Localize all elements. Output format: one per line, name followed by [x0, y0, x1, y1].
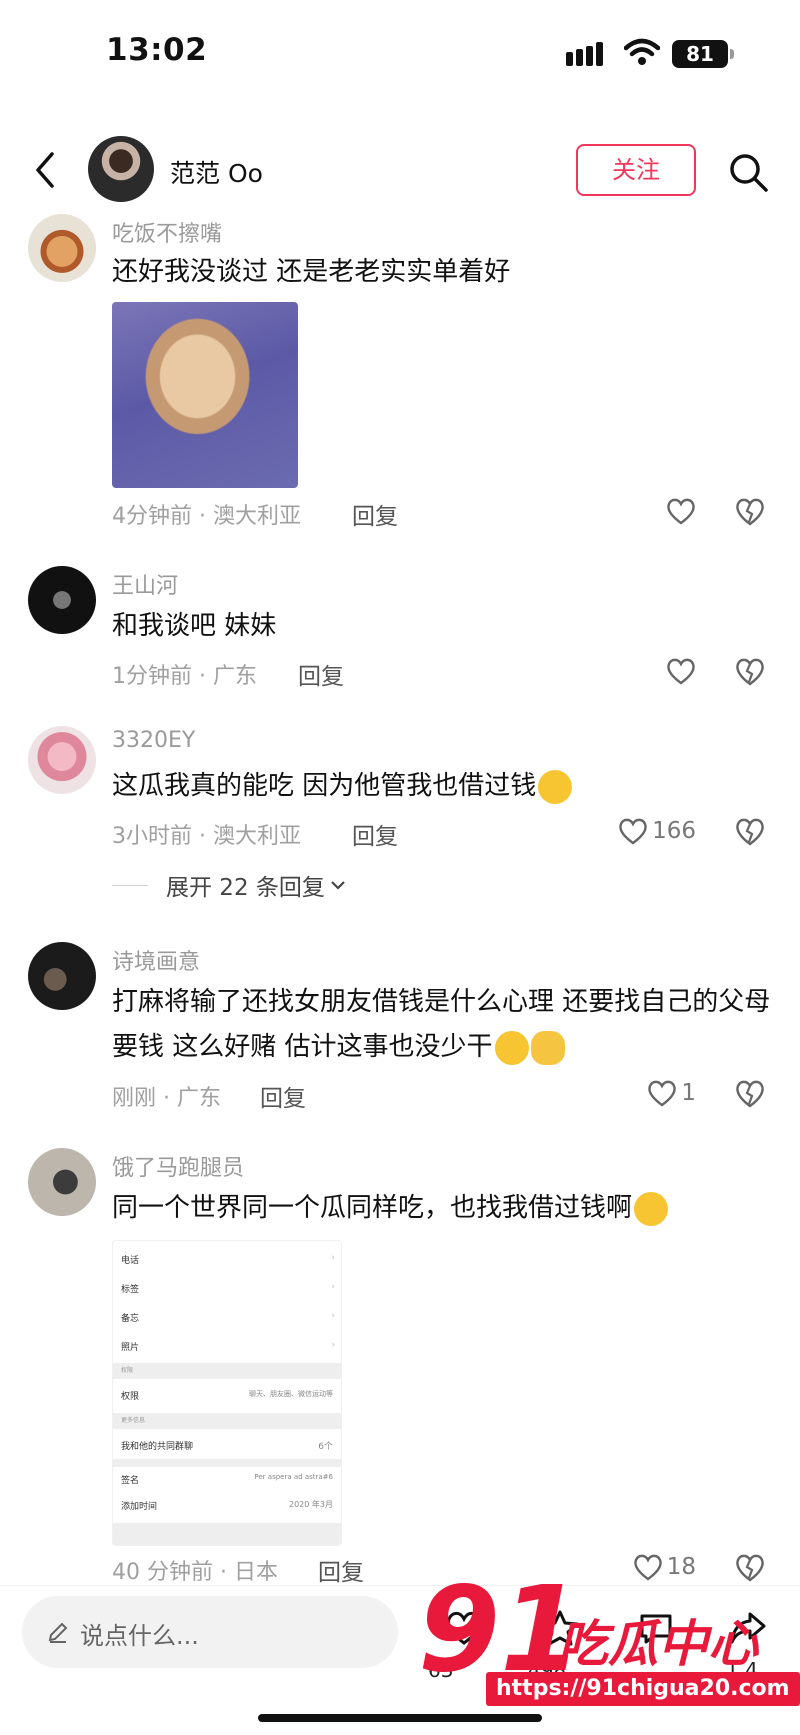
status-bar: 13:02 81 — [0, 0, 800, 100]
broken-heart-icon[interactable] — [734, 816, 766, 846]
cellular-signal-icon — [566, 42, 603, 66]
ss-divider — [113, 1459, 341, 1467]
commenter-avatar[interactable] — [28, 214, 96, 282]
like-count: 166 — [652, 818, 696, 844]
comment-meta: 3小时前 · 澳大利亚 — [112, 824, 301, 849]
commenter-avatar[interactable] — [28, 1148, 96, 1216]
wifi-icon — [624, 38, 660, 65]
ss-row: 签名 Per aspera ad astra#6 — [121, 1473, 333, 1486]
comment-meta: 刚刚 · 广东 — [112, 1086, 221, 1111]
comment-text: 打麻将输了还找女朋友借钱是什么心理 还要找自己的父母要钱 这么好赌 估计这事也没… — [112, 980, 772, 1070]
broken-heart-icon[interactable] — [734, 496, 766, 526]
commenter-name[interactable]: 诗境画意 — [112, 944, 200, 976]
ok-hand-emoji-icon — [530, 1030, 565, 1065]
heart-icon — [667, 658, 695, 685]
follow-button[interactable]: 关注 — [576, 144, 696, 196]
ss-row: 电话 › — [121, 1253, 335, 1266]
ss-row: 备忘 › — [121, 1311, 335, 1324]
comment-image-cat[interactable] — [112, 302, 298, 488]
watermark-url: https://91chigua20.com — [486, 1672, 800, 1706]
comment-text: 这瓜我真的能吃 因为他管我也借过钱 — [112, 764, 772, 809]
like-count: 1 — [681, 1080, 696, 1106]
broken-heart-icon[interactable] — [734, 656, 766, 686]
comment-text-content: 同一个世界同一个瓜同样吃，也找我借过钱啊 — [112, 1193, 633, 1223]
author-avatar[interactable] — [88, 136, 154, 202]
ss-row: 我和他的共同群聊 6个 — [121, 1442, 333, 1452]
commenter-name[interactable]: 吃饭不擦嘴 — [112, 216, 222, 248]
commenter-name[interactable]: 饿了马跑腿员 — [112, 1150, 244, 1182]
heart-icon — [648, 1080, 677, 1107]
reply-button[interactable]: 回复 — [352, 497, 398, 531]
commenter-name[interactable]: 3320EY — [112, 728, 195, 753]
like-button[interactable]: 166 — [600, 814, 696, 848]
ss-row: 标签 › — [121, 1282, 335, 1295]
search-icon[interactable] — [726, 150, 770, 194]
comment-meta: 4分钟前 · 澳大利亚 — [112, 504, 301, 529]
comment-text: 和我谈吧 妹妹 — [112, 611, 277, 641]
expand-divider — [112, 884, 148, 886]
heart-icon — [619, 818, 647, 845]
header: 范范 Oo 关注 — [0, 130, 800, 212]
comment-text-content: 这瓜我真的能吃 因为他管我也借过钱 — [112, 771, 537, 801]
expand-replies-button[interactable]: 展开 22 条回复 — [112, 868, 347, 902]
back-arrow-icon[interactable] — [30, 150, 62, 190]
broken-heart-icon[interactable] — [734, 1078, 766, 1108]
ss-row: 权限 聊天、朋友圈、微信运动等 — [121, 1390, 333, 1402]
watermark-text: 吃瓜中心 — [558, 1615, 758, 1673]
watermark-logo: 91 吃瓜中心 https://91chigua20.com — [418, 1570, 800, 1710]
ss-row: 添加时间 2020 年3月 — [121, 1500, 333, 1512]
grimacing-sweat-emoji-icon — [538, 769, 573, 804]
comment-text: 还好我没谈过 还是老老实实单着好 — [112, 257, 511, 287]
battery-indicator: 81 — [672, 40, 728, 68]
commenter-avatar[interactable] — [28, 566, 96, 634]
comment-placeholder: 说点什么... — [80, 1622, 199, 1650]
reply-button[interactable]: 回复 — [318, 1553, 364, 1587]
commenter-name[interactable]: 王山河 — [112, 568, 178, 600]
thinking-emoji-icon — [634, 1191, 669, 1226]
comment-text: 同一个世界同一个瓜同样吃，也找我借过钱啊 — [112, 1186, 772, 1231]
pencil-icon — [48, 1622, 68, 1643]
home-indicator — [258, 1714, 542, 1722]
like-button[interactable]: 1 — [620, 1076, 696, 1110]
reply-button[interactable]: 回复 — [352, 817, 398, 851]
status-time: 13:02 — [106, 32, 208, 68]
comment-meta: 1分钟前 · 广东 — [112, 664, 257, 689]
author-name[interactable]: 范范 Oo — [170, 154, 263, 190]
ss-section-header: 更多信息 — [113, 1413, 341, 1429]
comment-text-content: 打麻将输了还找女朋友借钱是什么心理 还要找自己的父母要钱 这么好赌 估计这事也没… — [112, 987, 771, 1062]
like-button[interactable] — [640, 494, 696, 528]
rofl-emoji-icon — [494, 1030, 529, 1065]
commenter-avatar[interactable] — [28, 726, 96, 794]
ss-row: 照片 › — [121, 1340, 335, 1353]
battery-tip — [730, 49, 734, 59]
ss-footer — [113, 1523, 341, 1545]
reply-button[interactable]: 回复 — [298, 657, 344, 691]
chevron-down-icon — [331, 881, 345, 890]
heart-icon — [667, 498, 695, 525]
commenter-avatar[interactable] — [28, 942, 96, 1010]
comment-meta: 40 分钟前 · 日本 — [112, 1560, 278, 1585]
expand-replies-label: 展开 22 条回复 — [166, 875, 325, 901]
like-button[interactable] — [640, 654, 696, 688]
reply-button[interactable]: 回复 — [260, 1079, 306, 1113]
comment-image-contact-screenshot[interactable]: 电话 › 标签 › 备忘 › 照片 › 权限 权限 聊天、朋友圈、微信运动等 更多信息 我… — [112, 1240, 342, 1546]
ss-section-header: 权限 — [113, 1363, 341, 1379]
comment-input[interactable]: 说点什么... — [22, 1596, 398, 1668]
